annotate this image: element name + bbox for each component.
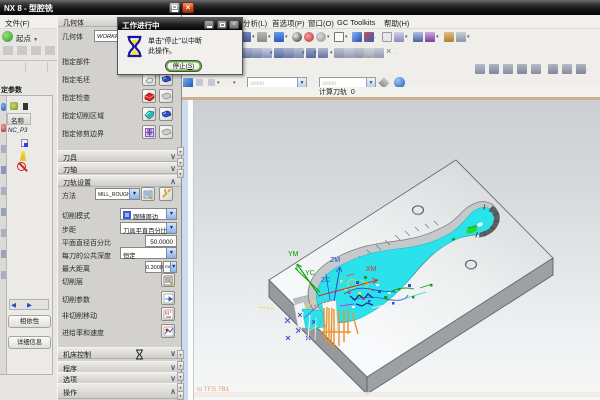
svg-text:YC: YC	[305, 270, 315, 277]
svg-text:YM: YM	[288, 251, 299, 258]
svg-text:ZC: ZC	[321, 277, 330, 284]
svg-text:XM: XM	[366, 266, 377, 273]
svg-text:ZM: ZM	[330, 257, 340, 264]
svg-text:io TFS 7B1: io TFS 7B1	[197, 386, 230, 393]
